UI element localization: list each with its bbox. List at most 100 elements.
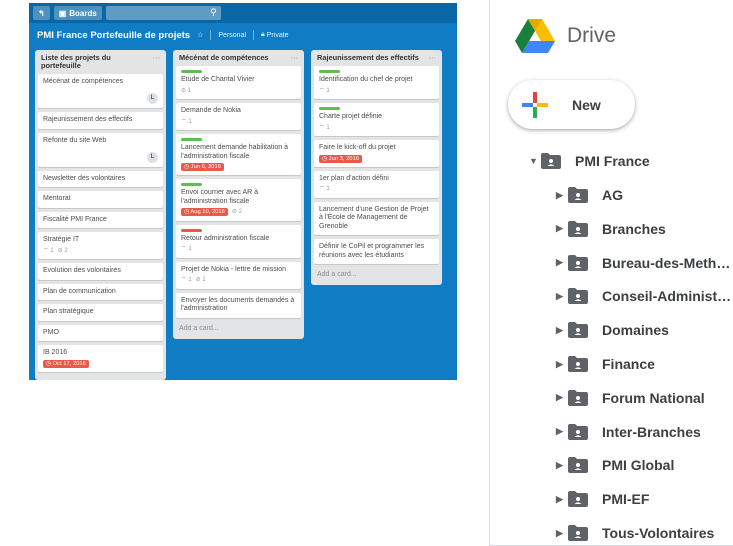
shared-folder-icon <box>568 356 588 372</box>
star-icon[interactable]: ☆ <box>197 31 203 39</box>
folder-item[interactable]: ▶ PMI-EF <box>556 489 649 509</box>
shared-folder-icon <box>568 220 588 237</box>
card-label <box>319 107 340 110</box>
caret-right-icon[interactable]: ▶ <box>556 190 568 201</box>
attachment-count: 1 <box>202 277 206 283</box>
card-badges: ⌔ 1 <box>319 185 434 194</box>
list-card[interactable]: Fiscalité PMI France <box>38 211 163 228</box>
caret-right-icon[interactable]: ▶ <box>556 223 568 234</box>
caret-right-icon[interactable]: ▶ <box>556 494 568 505</box>
caret-right-icon[interactable]: ▶ <box>556 291 568 302</box>
list-card[interactable]: 1er plan d'action défini ⌔ 1 <box>314 170 439 198</box>
due-date-badge: ◷ Aug 10, 2016 <box>181 208 228 217</box>
list-card[interactable]: Lancement demande habilitation à l'admin… <box>176 134 301 175</box>
caret-right-icon[interactable]: ▶ <box>556 359 568 370</box>
board-visibility[interactable]: Private <box>267 32 289 39</box>
list-card[interactable]: Mécénat de compétences L <box>38 74 163 108</box>
card-title: Newsletter des volontaires <box>43 174 126 182</box>
folder-item[interactable]: ▶ Forum National <box>556 388 705 408</box>
list-card[interactable]: Mentorat <box>38 191 163 208</box>
folder-name: Tous-Volontaires <box>602 525 715 541</box>
list-title[interactable]: Liste des projets du portefeuille <box>41 54 153 70</box>
caret-right-icon[interactable]: ▶ <box>556 392 568 403</box>
add-card-button[interactable]: Add a card... <box>176 322 301 339</box>
list-card[interactable]: Plan stratégique <box>38 304 163 321</box>
boards-button[interactable]: ▣ Boards <box>53 6 102 20</box>
list-card[interactable]: Charte projet définie ⌔ 1 <box>314 103 439 136</box>
back-button[interactable]: ↰ <box>33 6 50 20</box>
list-card[interactable]: Plan de communication <box>38 283 163 300</box>
list-card[interactable]: Projet de Nokia - lettre de mission ⌔ 1 ⊘ … <box>176 261 301 289</box>
comment-badge: ⌔ 1 <box>319 87 330 96</box>
list-menu-icon[interactable]: ⋯ <box>153 54 160 70</box>
card-badges: ⌔ 1 <box>181 118 296 127</box>
folder-item-root[interactable]: ▼ PMI France <box>529 151 650 171</box>
card-label <box>181 183 202 186</box>
list-card[interactable]: Lancement d'une Gestion de Projet à l'Ec… <box>314 201 439 235</box>
trello-list: Mécénat de compétences ⋯ Etude de Chantal … <box>173 50 304 339</box>
trello-list: Rajeunissement des effectifs ⋯ Identificat… <box>311 50 442 285</box>
header-divider <box>253 30 255 40</box>
board-search-input[interactable]: ⚲ <box>105 6 221 20</box>
list-card[interactable]: Envoi courrier avec AR à l'administratio… <box>176 179 301 221</box>
add-card-button[interactable]: Add a card... <box>314 268 439 285</box>
caret-right-icon[interactable]: ▶ <box>556 528 568 539</box>
caret-right-icon[interactable]: ▶ <box>556 257 568 268</box>
folder-item[interactable]: ▶ Finance <box>556 354 655 374</box>
member-avatar[interactable]: L <box>147 151 158 163</box>
list-card[interactable]: IB 2016 ◷ Oct 17, 2016 <box>38 345 163 372</box>
list-card[interactable]: Demande de Nokia ⌔ 1 <box>176 103 301 130</box>
folder-item[interactable]: ▶ Branches <box>556 219 666 239</box>
list-menu-icon[interactable]: ⋯ <box>291 54 298 62</box>
list-card[interactable]: Newsletter des volontaires <box>38 170 163 187</box>
caret-down-icon[interactable]: ▼ <box>529 156 541 166</box>
caret-right-icon[interactable]: ▶ <box>556 426 568 437</box>
list-card[interactable]: Faire le kick-off du projet ◷ Jun 3, 2016 <box>314 140 439 167</box>
member-avatar[interactable]: L <box>147 93 158 104</box>
shared-folder-icon <box>568 322 588 339</box>
folder-item[interactable]: ▶ PMI Global <box>556 455 674 475</box>
new-button-label: New <box>572 96 601 113</box>
list-card[interactable]: Refonte du site Web L <box>38 132 163 167</box>
list-card[interactable]: Evolution des volontaires <box>38 263 163 280</box>
board-team[interactable]: Personal <box>218 32 246 39</box>
caret-right-icon[interactable]: ▶ <box>556 460 568 471</box>
list-title[interactable]: Rajeunissement des effectifs <box>317 54 419 62</box>
card-badges: ⌔ 1 <box>319 87 434 96</box>
list-card[interactable]: Envoyer les documents demandés à l'admin… <box>176 292 301 318</box>
due-date-badge: ◷ Oct 17, 2016 <box>43 359 89 368</box>
folder-item[interactable]: ▶ Bureau-des-Meth… <box>556 253 730 273</box>
list-header: Liste des projets du portefeuille ⋯ <box>38 53 163 74</box>
paperclip-icon: ⊘ <box>181 87 188 94</box>
new-button[interactable]: New <box>508 80 635 129</box>
list-menu-icon[interactable]: ⋯ <box>429 54 436 62</box>
list-card[interactable]: Identification du chef de projet ⌔ 1 <box>314 66 439 99</box>
list-card[interactable]: Retour administration fiscale ⌔ 1 <box>176 224 301 258</box>
folder-item[interactable]: ▶ Domaines <box>556 320 669 340</box>
clock-icon: ◷ <box>184 164 191 170</box>
list-card[interactable]: PMO <box>38 324 163 341</box>
card-title: Envoi courrier avec AR à l'administratio… <box>181 189 259 205</box>
comment-count: 1 <box>326 124 330 131</box>
list-card[interactable]: Stratégie IT ⌔ 1 ⊘ 2 <box>38 232 163 259</box>
folder-name: Inter-Branches <box>602 423 701 440</box>
due-date: Aug 10, 2016 <box>190 209 225 216</box>
list-card[interactable]: Rajeunissement des effectifs <box>38 112 163 129</box>
card-title: Retour administration fiscale <box>181 234 270 242</box>
folder-item[interactable]: ▶ Conseil-Administ… <box>556 286 731 306</box>
folder-item[interactable]: ▶ Inter-Branches <box>556 422 701 442</box>
shared-folder-icon <box>541 153 561 169</box>
list-title[interactable]: Mécénat de compétences <box>179 54 269 62</box>
comment-badge: ⌔ 1 <box>319 185 330 194</box>
caret-right-icon[interactable]: ▶ <box>556 325 568 336</box>
board-title[interactable]: PMI France Portefeuille de projets <box>37 30 190 41</box>
list-card[interactable]: Etude de Chantal Vivier ⊘ 1 <box>176 66 301 99</box>
folder-item[interactable]: ▶ Tous-Volontaires <box>556 523 714 543</box>
shared-folder-icon <box>568 525 588 541</box>
folder-item[interactable]: ▶ AG <box>556 185 623 205</box>
drive-logo[interactable]: Drive <box>515 19 616 53</box>
folder-name: Finance <box>602 356 655 372</box>
card-title: Etude de Chantal Vivier <box>181 76 255 83</box>
comment-count: 1 <box>188 277 192 283</box>
list-card[interactable]: Définir le CoPil et programmer les réuni… <box>314 239 439 264</box>
